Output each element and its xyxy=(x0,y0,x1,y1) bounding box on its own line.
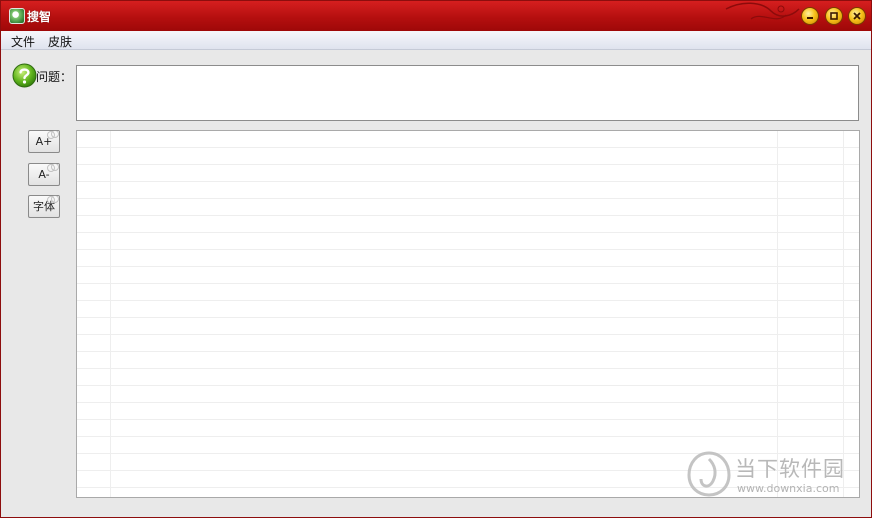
question-input[interactable] xyxy=(76,65,859,121)
answer-area[interactable] xyxy=(76,130,860,498)
watermark-url: www.downxia.com xyxy=(737,482,840,495)
title-bar[interactable]: 搜智 xyxy=(1,1,871,31)
font-button[interactable]: 字体 xyxy=(28,195,60,218)
ruled-margin-line xyxy=(110,131,111,497)
minimize-button[interactable] xyxy=(801,7,819,25)
close-icon xyxy=(853,12,861,20)
main-window: 搜智 文件 皮肤 问题： A+ A- 字体 当下软件园 www.downxia.… xyxy=(0,0,872,518)
watermark-logo-icon xyxy=(687,451,731,497)
menu-skin[interactable]: 皮肤 xyxy=(48,33,72,50)
ruled-margin-line xyxy=(843,131,844,497)
watermark-name: 当下软件园 xyxy=(735,457,845,481)
titlebar-ornament xyxy=(725,2,800,20)
app-icon xyxy=(9,8,25,24)
watermark: 当下软件园 www.downxia.com xyxy=(687,451,855,497)
minimize-icon xyxy=(807,17,813,19)
maximize-button[interactable] xyxy=(825,7,843,25)
menu-file[interactable]: 文件 xyxy=(11,33,35,50)
cloud-icon xyxy=(47,195,59,204)
decrease-font-button[interactable]: A- xyxy=(28,163,60,186)
cloud-icon xyxy=(47,163,59,172)
increase-font-button[interactable]: A+ xyxy=(28,130,60,153)
close-button[interactable] xyxy=(848,7,866,25)
cloud-icon xyxy=(47,130,59,139)
help-icon xyxy=(12,63,37,88)
window-title: 搜智 xyxy=(27,10,52,24)
menu-bar: 文件 皮肤 xyxy=(1,31,871,50)
maximize-icon xyxy=(830,12,838,20)
question-label: 问题： xyxy=(36,70,73,84)
ruled-margin-line xyxy=(777,131,778,497)
